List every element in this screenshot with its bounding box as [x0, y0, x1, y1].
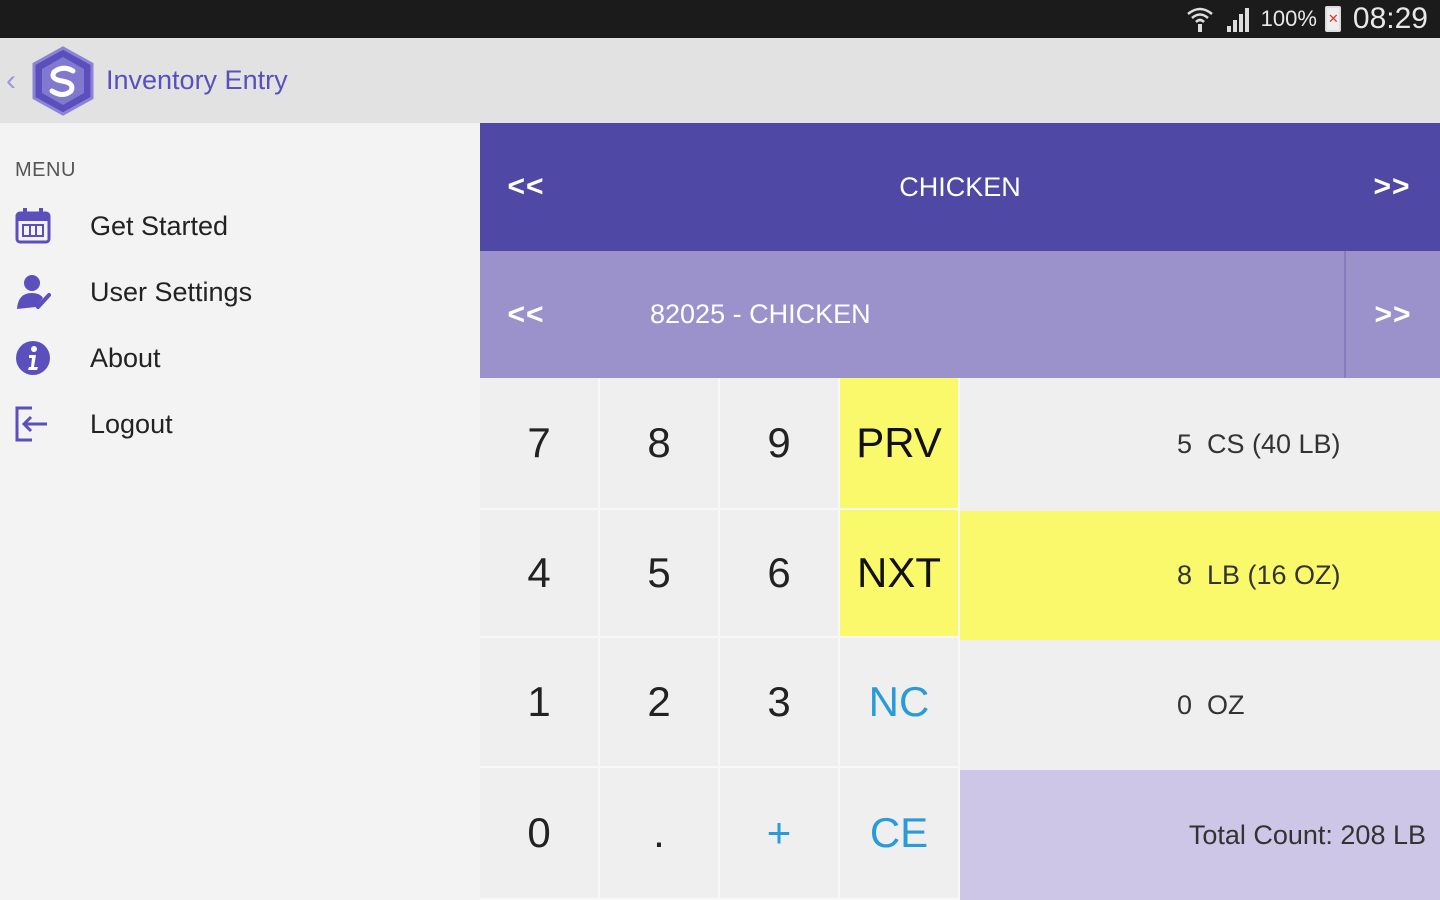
- category-bar: CHICKEN << >>: [480, 123, 1440, 251]
- qty-row-pounds[interactable]: 8 LB (16 OZ): [960, 511, 1440, 640]
- key-6[interactable]: 6: [720, 510, 840, 638]
- category-title: CHICKEN: [899, 171, 1021, 202]
- battery-icon: [1324, 6, 1341, 32]
- qty-row-ounces[interactable]: 0 OZ: [960, 640, 1440, 770]
- sidebar-item-label: Logout: [90, 408, 173, 439]
- next-item-button[interactable]: >>: [1344, 251, 1440, 378]
- key-5[interactable]: 5: [600, 510, 720, 638]
- sidebar-menu: MENU Get Started User Settings About Log…: [0, 123, 480, 900]
- item-bar: << 82025 - CHICKEN >>: [480, 251, 1440, 378]
- clock: 08:29: [1352, 2, 1428, 35]
- qty-unit: LB (16 OZ): [1207, 560, 1341, 590]
- sidebar-item-about[interactable]: About: [0, 328, 480, 388]
- key-decimal[interactable]: .: [600, 768, 720, 900]
- action-bar: ‹ Inventory Entry: [0, 38, 1440, 123]
- qty-unit: CS (40 LB): [1207, 429, 1341, 459]
- signal-icon: [1226, 8, 1249, 32]
- key-0[interactable]: 0: [480, 768, 600, 900]
- battery-percent: 100%: [1260, 6, 1317, 31]
- no-count-button[interactable]: NC: [840, 638, 960, 768]
- sidebar-item-label: About: [90, 342, 161, 373]
- app-logo-icon[interactable]: [26, 44, 100, 118]
- key-2[interactable]: 2: [600, 638, 720, 768]
- sidebar-item-user-settings[interactable]: User Settings: [0, 262, 480, 322]
- key-plus[interactable]: +: [720, 768, 840, 900]
- prev-button[interactable]: PRV: [840, 378, 960, 510]
- clear-entry-button[interactable]: CE: [840, 768, 960, 900]
- status-bar: 100% 08:29: [0, 0, 1440, 38]
- calendar-icon: [13, 206, 53, 246]
- info-icon: [13, 338, 53, 378]
- qty-value: 5: [1177, 429, 1193, 459]
- sidebar-item-label: User Settings: [90, 276, 253, 307]
- key-4[interactable]: 4: [480, 510, 600, 638]
- total-count: Total Count: 208 LB: [960, 770, 1440, 900]
- qty-value: 0: [1177, 689, 1193, 720]
- qty-row-cases[interactable]: 5 CS (40 LB): [960, 378, 1440, 511]
- sidebar-item-label: Get Started: [90, 210, 229, 241]
- key-7[interactable]: 7: [480, 378, 600, 510]
- prev-item-button[interactable]: <<: [480, 251, 572, 378]
- item-title: 82025 - CHICKEN: [650, 299, 871, 329]
- next-category-button[interactable]: >>: [1344, 123, 1440, 251]
- key-8[interactable]: 8: [600, 378, 720, 510]
- keypad: 7 8 9 PRV 4 5 6 NXT 1 2 3 NC 0 . + CE: [480, 378, 960, 900]
- sidebar-item-get-started[interactable]: Get Started: [0, 196, 480, 256]
- user-settings-icon: [13, 272, 53, 312]
- key-3[interactable]: 3: [720, 638, 840, 768]
- qty-unit: OZ: [1207, 689, 1245, 720]
- menu-header: MENU: [15, 159, 76, 181]
- next-button[interactable]: NXT: [840, 510, 960, 638]
- sidebar-item-logout[interactable]: Logout: [0, 394, 480, 454]
- back-arrow-icon[interactable]: ‹: [6, 64, 22, 98]
- logout-icon: [13, 404, 53, 444]
- wifi-icon: [1186, 7, 1213, 32]
- prev-category-button[interactable]: <<: [480, 123, 572, 251]
- key-1[interactable]: 1: [480, 638, 600, 768]
- app-title: Inventory Entry: [106, 65, 288, 95]
- key-9[interactable]: 9: [720, 378, 840, 510]
- qty-value: 8: [1177, 560, 1193, 590]
